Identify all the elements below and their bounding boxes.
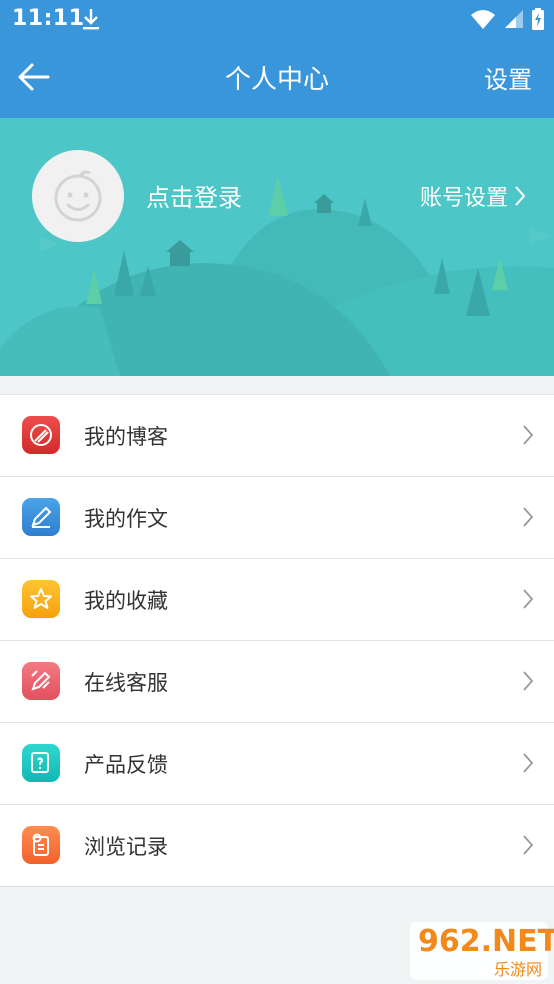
avatar[interactable] [32, 150, 124, 242]
status-time: 11:11 [12, 6, 85, 31]
battery-icon [532, 8, 544, 34]
status-icons [470, 8, 544, 34]
watermark-sub: 乐游网 [494, 960, 543, 979]
status-bar: 11:11 [0, 0, 554, 38]
menu-item-favorites[interactable]: 我的收藏 [0, 559, 554, 641]
chevron-right-icon [522, 424, 534, 450]
menu-item-history[interactable]: 浏览记录 [0, 805, 554, 887]
star-icon [22, 580, 60, 618]
menu-label: 浏览记录 [84, 835, 168, 859]
settings-button[interactable]: 设置 [484, 60, 532, 95]
menu-label: 我的博客 [84, 425, 168, 449]
essay-pencil-icon [22, 498, 60, 536]
menu-item-feedback[interactable]: 产品反馈 [0, 723, 554, 805]
page-title: 个人中心 [224, 65, 329, 95]
watermark-brand: 962.NET [418, 924, 554, 959]
login-link[interactable]: 点击登录 [146, 178, 242, 213]
chevron-right-icon [522, 506, 534, 532]
menu-label: 在线客服 [84, 671, 168, 695]
account-settings-link[interactable]: 账号设置 [420, 180, 526, 212]
smiley-avatar-icon [54, 170, 102, 222]
menu-item-essay[interactable]: 我的作文 [0, 477, 554, 559]
menu-label: 我的作文 [84, 507, 168, 531]
menu-list: 我的博客 我的作文 我的收藏 在线客服 产品反馈 浏览记录 [0, 394, 554, 887]
history-icon [22, 826, 60, 864]
menu-item-customer-service[interactable]: 在线客服 [0, 641, 554, 723]
signal-icon [504, 9, 524, 33]
watermark-logo: 962.NET 乐游网 [410, 922, 554, 980]
customer-service-icon [22, 662, 60, 700]
chevron-right-icon [522, 588, 534, 614]
download-icon [82, 8, 100, 34]
chevron-right-icon [515, 186, 526, 206]
feedback-icon [22, 744, 60, 782]
chevron-right-icon [522, 752, 534, 778]
account-settings-label: 账号设置 [419, 186, 508, 211]
menu-label: 我的收藏 [84, 589, 168, 613]
chevron-right-icon [522, 834, 534, 860]
menu-item-blog[interactable]: 我的博客 [0, 395, 554, 477]
blog-icon [22, 416, 60, 454]
profile-banner: 点击登录 账号设置 [0, 118, 554, 376]
chevron-right-icon [522, 670, 534, 696]
wifi-icon [470, 9, 496, 33]
menu-label: 产品反馈 [84, 753, 168, 777]
app-bar: 个人中心 设置 [0, 38, 554, 118]
